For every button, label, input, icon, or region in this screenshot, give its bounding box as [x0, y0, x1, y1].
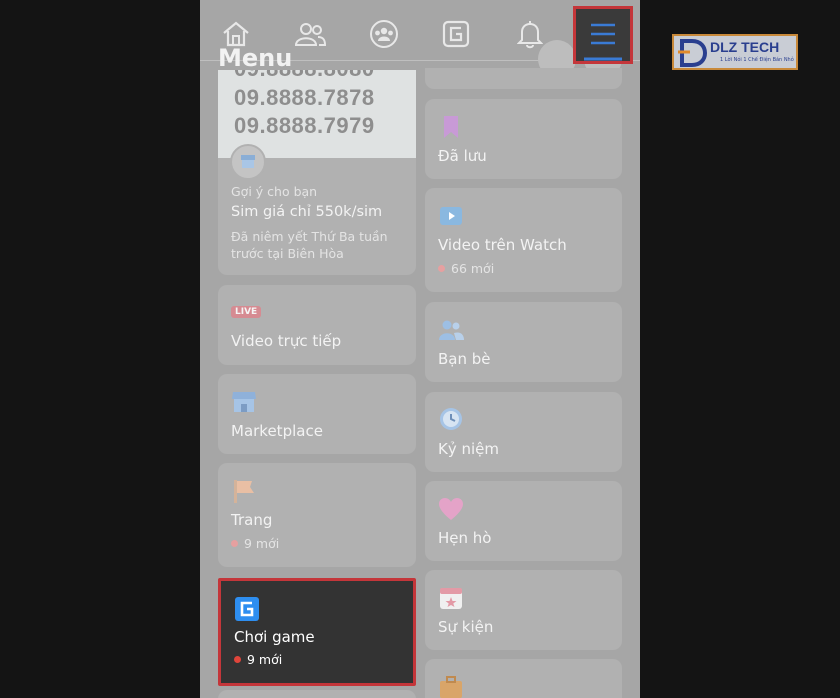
notification-text: 9 mới	[244, 536, 280, 551]
menu-item-label: Chơi game	[234, 628, 315, 646]
menu-item-gaming[interactable]: Chơi game 9 mới	[218, 578, 416, 686]
menu-item-label: Sự kiện	[438, 618, 494, 636]
menu-item-label: Hẹn hò	[438, 529, 492, 547]
notification-text: 66 mới	[451, 261, 495, 276]
watch-video-icon	[440, 207, 462, 225]
gaming-icon	[235, 597, 259, 621]
menu-item-label: Marketplace	[231, 422, 323, 440]
notification-dot	[234, 656, 241, 663]
notification-count: 9 mới	[234, 652, 282, 667]
ad-image-line: 09.8888.7979	[234, 113, 375, 138]
friends-icon	[439, 320, 464, 340]
dlz-tech-logo: DLZ TECH 1 Lời Nói 1 Chế Điện Bán Nhỏ	[672, 34, 798, 70]
menu-item-events[interactable]: Sự kiện	[425, 570, 622, 650]
menu-item-label: Video trên Watch	[438, 236, 567, 254]
ad-description: trước tại Biên Hòa	[231, 246, 344, 261]
ad-description: Đã niêm yết Thứ Ba tuần	[231, 229, 388, 244]
ad-title: Sim giá chỉ 550k/sim	[231, 204, 383, 220]
notification-count: 9 mới	[231, 536, 279, 551]
menu-item-label: Đã lưu	[438, 147, 487, 165]
logo-tagline: 1 Lời Nói 1 Chế Điện Bán Nhỏ	[720, 57, 794, 63]
menu-item-label: Bạn bè	[438, 350, 491, 368]
menu-item-partial[interactable]	[218, 690, 416, 698]
marketplace-icon	[232, 392, 256, 412]
menu-item-label: Trang	[231, 511, 273, 529]
groups-icon[interactable]	[364, 14, 404, 54]
menu-item-label: Video trực tiếp	[231, 332, 342, 350]
ad-image-line: 09.8888.8080	[234, 70, 375, 82]
logo-text: DLZ TECH	[710, 39, 780, 55]
flag-icon	[234, 480, 254, 503]
menu-item-friends[interactable]: Bạn bè	[425, 302, 622, 382]
notification-dot	[231, 540, 238, 547]
menu-item-marketplace[interactable]: Marketplace	[218, 374, 416, 454]
menu-item-jobs[interactable]	[425, 659, 622, 698]
menu-item-partial[interactable]	[425, 68, 622, 89]
menu-item-live-video[interactable]: LIVE Video trực tiếp	[218, 285, 416, 365]
live-badge: LIVE	[231, 306, 262, 318]
bookmark-icon	[444, 116, 458, 138]
ad-suggest-label: Gợi ý cho bạn	[231, 184, 318, 199]
menu-tab-highlight[interactable]	[573, 6, 633, 64]
hamburger-menu-icon	[584, 23, 622, 61]
logo-d-icon	[678, 39, 708, 67]
suggested-ad-card[interactable]: 09.8888.8080 09.8888.7878 09.8888.7979 G…	[218, 70, 416, 275]
menu-item-memories[interactable]: Kỷ niệm	[425, 392, 622, 472]
heart-icon	[439, 498, 463, 520]
briefcase-icon	[440, 676, 462, 698]
facebook-app-screen: Menu 09.8888.8080 09.8888.7878 09.8888.7…	[200, 0, 640, 698]
notification-dot	[438, 265, 445, 272]
menu-item-pages[interactable]: Trang 9 mới	[218, 463, 416, 567]
notification-count: 66 mới	[438, 261, 494, 276]
calendar-icon	[440, 588, 462, 609]
notification-text: 9 mới	[247, 652, 283, 667]
menu-item-watch[interactable]: Video trên Watch 66 mới	[425, 188, 622, 292]
menu-item-dating[interactable]: Hẹn hò	[425, 481, 622, 561]
clock-icon	[440, 408, 462, 430]
menu-item-label: Kỷ niệm	[438, 440, 499, 458]
shop-icon	[230, 144, 266, 180]
menu-item-saved[interactable]: Đã lưu	[425, 99, 622, 179]
ad-image-line: 09.8888.7878	[234, 85, 375, 110]
menu-title: Menu	[218, 44, 293, 72]
friends-icon[interactable]	[290, 14, 330, 54]
gaming-icon[interactable]	[436, 14, 476, 54]
